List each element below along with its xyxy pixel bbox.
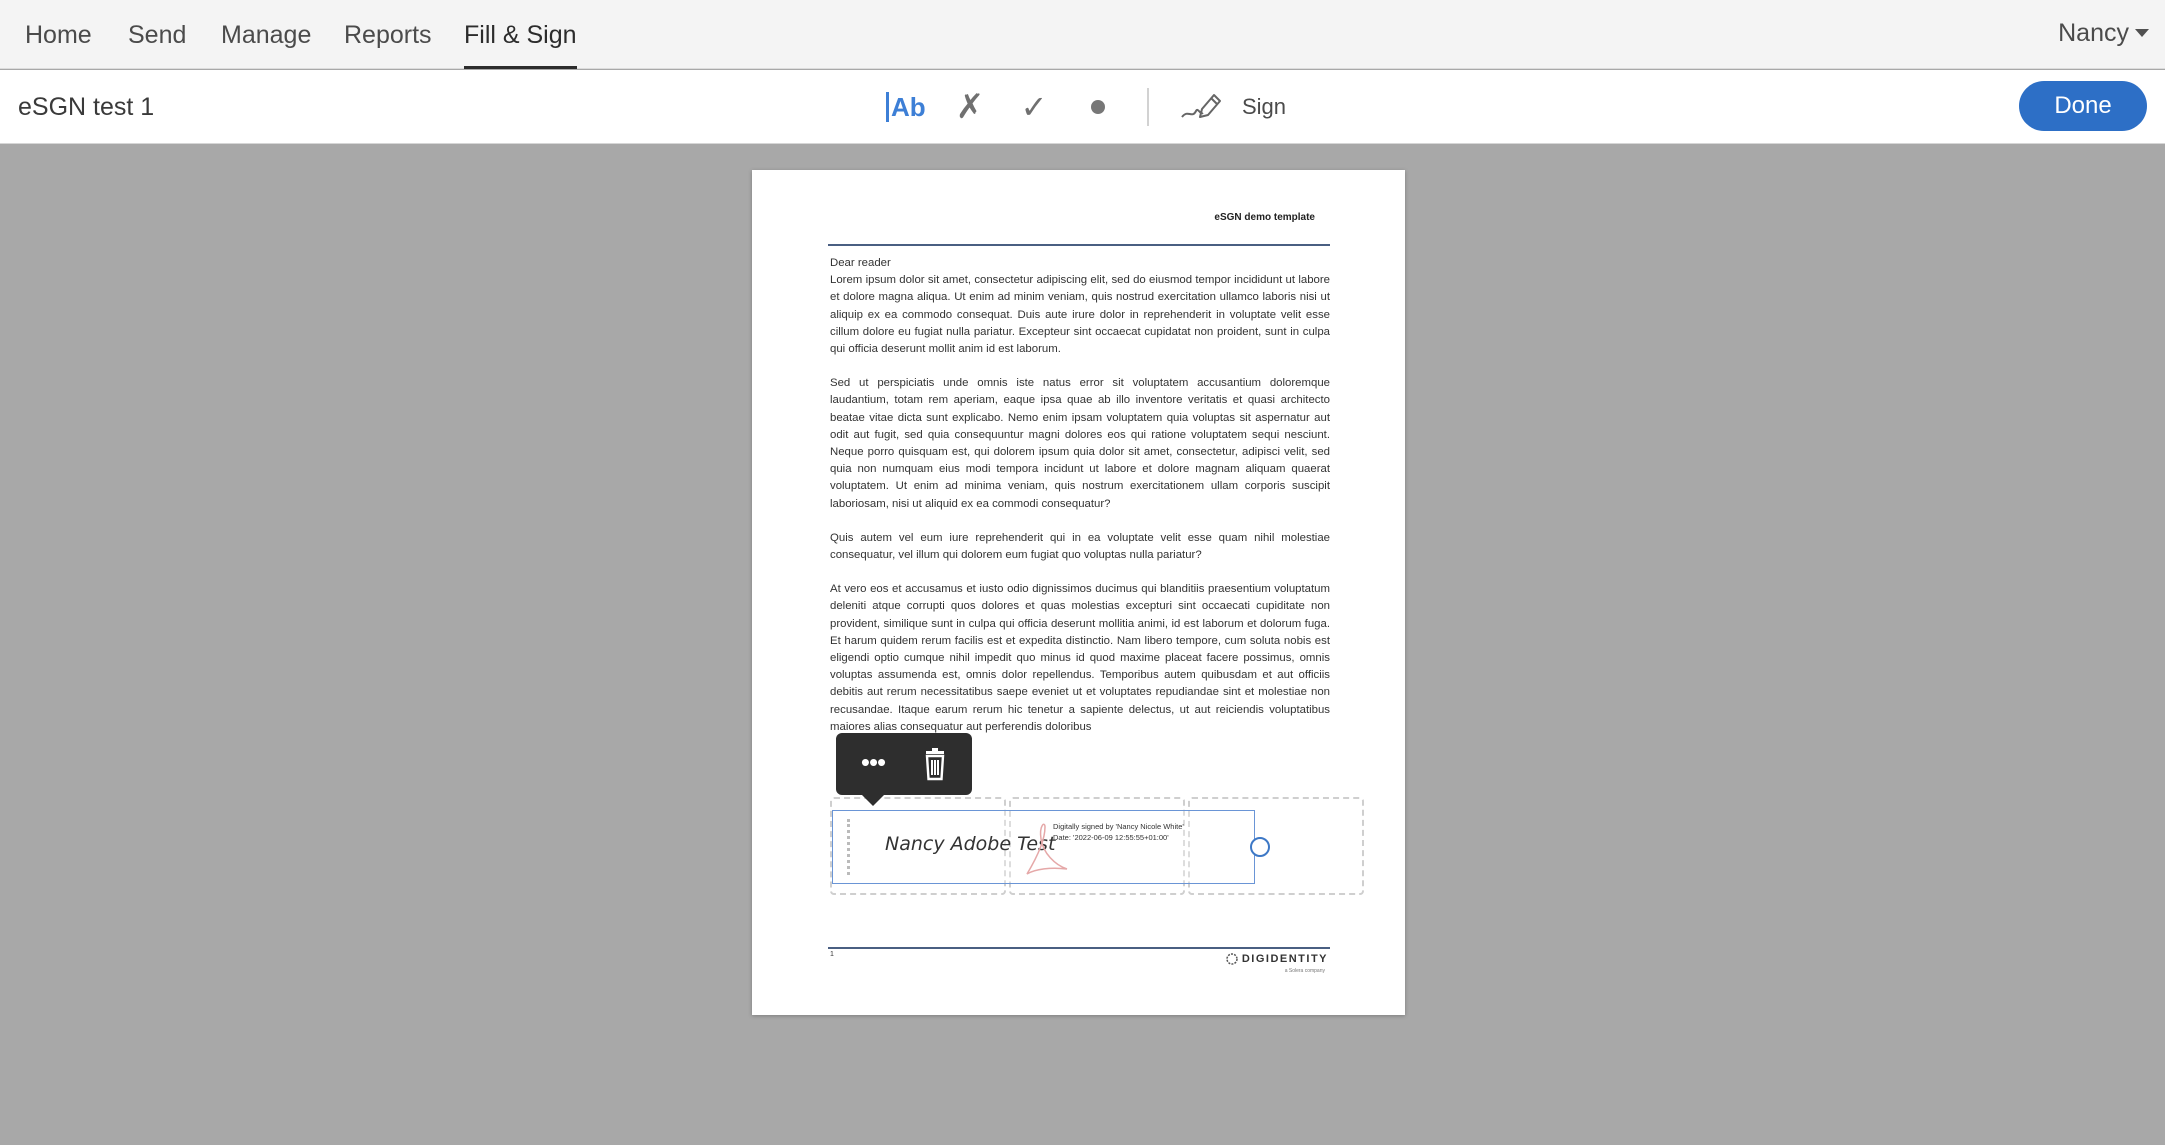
page-header-label: eSGN demo template: [1214, 212, 1315, 223]
pen-signature-icon: [1181, 94, 1221, 118]
nav-home[interactable]: Home: [25, 0, 92, 69]
nav-manage[interactable]: Manage: [221, 0, 311, 69]
nav-fill-and-sign[interactable]: Fill & Sign: [464, 0, 577, 69]
field-context-menu: •••: [836, 733, 972, 806]
add-text-tool[interactable]: Ab: [886, 87, 926, 127]
user-menu[interactable]: Nancy: [2058, 0, 2149, 66]
dot-tool[interactable]: [1078, 87, 1118, 127]
more-options-button[interactable]: •••: [854, 745, 892, 783]
paragraph: Sed ut perspiciatis unde omnis iste natu…: [830, 377, 1330, 510]
resize-handle[interactable]: [1250, 837, 1270, 857]
cross-icon: ✗: [955, 88, 985, 126]
document-title: eSGN test 1: [18, 93, 155, 121]
header-rule: [828, 244, 1330, 246]
trash-icon[interactable]: [916, 745, 954, 783]
document-body: Dear reader Lorem ipsum dolor sit amet, …: [830, 255, 1330, 735]
brand-logo: DIGIDENTITY: [1226, 953, 1328, 965]
footer-rule: [828, 947, 1330, 949]
brand-mark-icon: [1226, 953, 1238, 965]
sign-label: Sign: [1242, 94, 1287, 119]
user-name: Nancy: [2058, 19, 2129, 47]
paragraph: Quis autem vel eum iure reprehenderit qu…: [830, 531, 1330, 562]
toolbar-divider: [1147, 88, 1149, 126]
sign-tool[interactable]: Sign: [1180, 84, 1286, 130]
paragraph: At vero eos et accusamus et iusto odio d…: [830, 583, 1330, 733]
checkmark-icon: ✓: [1020, 89, 1048, 125]
nav-reports[interactable]: Reports: [344, 0, 432, 69]
text-tool-icon: Ab: [886, 92, 926, 122]
signature-field[interactable]: Nancy Adobe Test Digitally signed by 'Na…: [832, 810, 1255, 884]
document-page: eSGN demo template Dear reader Lorem ips…: [752, 170, 1405, 1015]
salutation: Dear reader: [830, 257, 891, 269]
brand-subtitle: a Solera company: [1284, 968, 1325, 974]
done-button[interactable]: Done: [2019, 81, 2147, 131]
signature-details: Digitally signed by 'Nancy Nicole White'…: [1053, 822, 1184, 842]
page-number: 1: [830, 951, 834, 958]
drag-handle[interactable]: [847, 819, 850, 875]
chevron-down-icon: [2135, 29, 2149, 37]
cross-tool[interactable]: ✗: [950, 87, 990, 127]
nav-send[interactable]: Send: [128, 0, 186, 69]
checkmark-tool[interactable]: ✓: [1014, 87, 1054, 127]
dot-icon: [1091, 100, 1105, 114]
top-navigation: Home Send Manage Reports Fill & Sign Nan…: [0, 0, 2165, 69]
fill-sign-toolbar: eSGN test 1 Ab ✗ ✓ Sign Done: [0, 70, 2165, 144]
paragraph: Lorem ipsum dolor sit amet, consectetur …: [830, 274, 1330, 356]
